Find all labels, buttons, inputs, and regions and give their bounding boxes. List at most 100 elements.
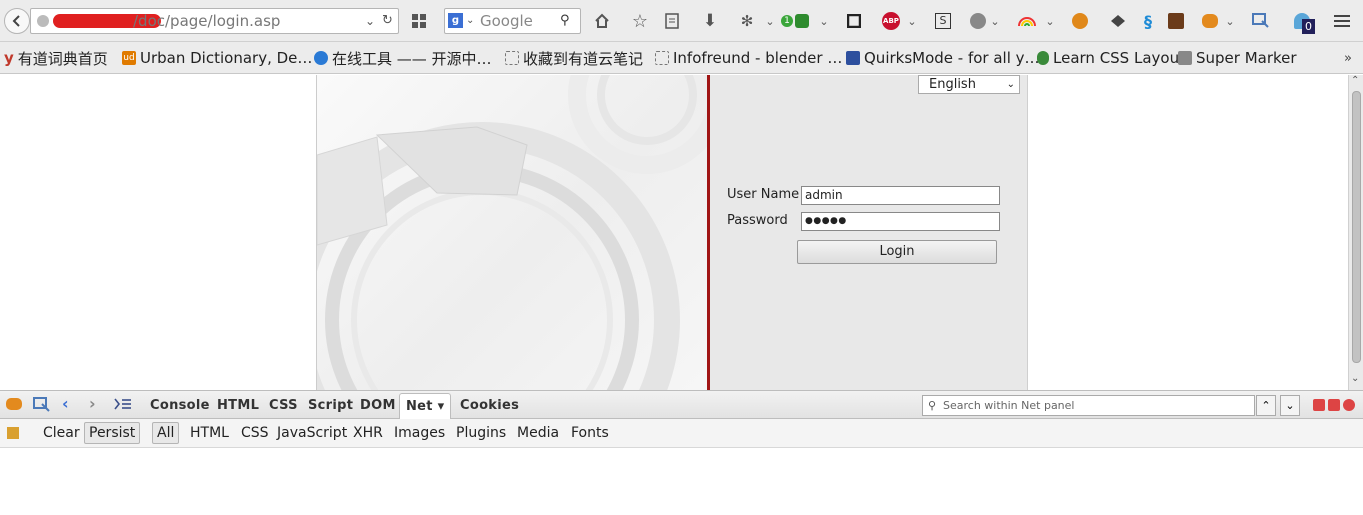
- close-icon[interactable]: [1343, 399, 1355, 411]
- filter-css[interactable]: CSS: [241, 425, 269, 441]
- dotted-page-icon: [655, 51, 669, 65]
- tab-net[interactable]: Net ▾: [399, 393, 452, 420]
- net-search-input[interactable]: ⚲ Search within Net panel: [922, 395, 1255, 416]
- firebug-dropdown-icon[interactable]: ⌄: [1224, 9, 1236, 33]
- back-icon[interactable]: [4, 8, 30, 34]
- bookmark-super-marker[interactable]: Super Marker: [1178, 48, 1297, 68]
- tiles-icon[interactable]: [412, 9, 426, 33]
- adblock-dropdown-icon[interactable]: ⌄: [906, 9, 918, 33]
- password-label: Password: [727, 213, 788, 228]
- language-value: English: [929, 77, 976, 92]
- dotted-page-icon: [505, 51, 519, 65]
- chevron-right-icon[interactable]: ›: [89, 394, 96, 413]
- search-bar[interactable]: g ⌄ Google ⚲: [444, 8, 581, 34]
- s-addon-icon[interactable]: §: [1138, 9, 1158, 33]
- ghost-addon-icon[interactable]: 0: [1288, 9, 1316, 34]
- tab-dom[interactable]: DOM: [360, 398, 396, 413]
- tab-console[interactable]: Console: [150, 398, 210, 413]
- quirksmode-icon: [846, 51, 860, 65]
- clear-button[interactable]: Clear: [43, 425, 80, 441]
- minimize-icon[interactable]: [1313, 399, 1325, 411]
- inspect-addon-icon[interactable]: [1250, 9, 1272, 33]
- search-next-icon[interactable]: ⌄: [1280, 395, 1300, 416]
- inspect-element-icon[interactable]: [33, 397, 51, 417]
- bookmark-star-icon[interactable]: ☆: [630, 9, 650, 33]
- firebug-bug-icon[interactable]: [6, 398, 22, 410]
- url-dropdown-icon[interactable]: ⌄: [365, 9, 375, 33]
- bug-addon-dropdown-icon[interactable]: ⌄: [764, 9, 776, 33]
- rainbow-dropdown-icon[interactable]: ⌄: [1044, 9, 1056, 33]
- detach-icon[interactable]: [1328, 399, 1340, 411]
- youdao-icon: y: [4, 49, 14, 67]
- fox-addon-icon[interactable]: [1070, 9, 1090, 33]
- tab-css[interactable]: CSS: [269, 398, 298, 413]
- password-field[interactable]: ●●●●●: [801, 212, 1000, 231]
- home-icon[interactable]: [592, 9, 612, 33]
- bookmark-label: 收藏到有道云笔记: [523, 49, 644, 68]
- globe-dropdown-icon[interactable]: ⌄: [989, 9, 1001, 33]
- username-field[interactable]: admin: [801, 186, 1000, 205]
- counter-badge: 0: [1302, 19, 1315, 34]
- bug-addon-icon[interactable]: ✻: [736, 9, 758, 33]
- filter-all[interactable]: All: [152, 422, 180, 444]
- filter-fonts[interactable]: Fonts: [571, 425, 609, 441]
- bookmark-online-tools[interactable]: 在线工具 —— 开源中…: [314, 48, 492, 68]
- net-panel-options-icon[interactable]: [7, 427, 19, 439]
- persist-button[interactable]: Persist: [84, 422, 141, 444]
- google-engine-icon[interactable]: g: [448, 13, 463, 28]
- tab-cookies[interactable]: Cookies: [460, 398, 519, 413]
- site-identity-icon[interactable]: [37, 15, 49, 27]
- binoculars-icon[interactable]: ⚲: [560, 9, 570, 33]
- bookmark-urban-dictionary[interactable]: ud Urban Dictionary, De…: [122, 48, 312, 68]
- download-icon[interactable]: ⬇: [700, 9, 720, 33]
- bookmark-youdao-note[interactable]: 收藏到有道云笔记: [505, 48, 643, 68]
- fish-addon-icon[interactable]: [1108, 9, 1128, 33]
- urban-dictionary-icon: ud: [122, 51, 136, 65]
- filter-media[interactable]: Media: [517, 425, 559, 441]
- bookmark-learn-css-layout[interactable]: Learn CSS Layout: [1037, 48, 1185, 68]
- stylish-icon[interactable]: S: [933, 9, 953, 33]
- reading-list-icon[interactable]: [662, 9, 682, 33]
- learn-css-icon: [1037, 51, 1049, 65]
- menu-icon[interactable]: [1332, 9, 1352, 33]
- super-marker-icon: [1178, 51, 1192, 65]
- filter-plugins[interactable]: Plugins: [456, 425, 506, 441]
- engine-dropdown-icon[interactable]: ⌄: [466, 9, 474, 33]
- login-button[interactable]: Login: [797, 240, 997, 264]
- firebug-toolbar-icon[interactable]: [1200, 9, 1220, 33]
- language-select[interactable]: English ⌄: [918, 75, 1020, 94]
- scrollbar-thumb[interactable]: [1352, 91, 1361, 363]
- greasemonkey-dropdown-icon[interactable]: ⌄: [818, 9, 830, 33]
- scroll-down-icon[interactable]: ⌄: [1351, 373, 1359, 384]
- bookmark-youdao[interactable]: y 有道词典首页: [4, 48, 108, 68]
- url-bar[interactable]: /doc/page/login.asp ⌄ ↻: [30, 8, 399, 34]
- tab-script[interactable]: Script: [308, 398, 353, 413]
- adblock-plus-icon[interactable]: ABP: [880, 9, 902, 33]
- command-editor-icon[interactable]: [114, 396, 132, 415]
- login-container: English ⌄ User Name admin Password ●●●●●…: [316, 75, 1028, 390]
- tab-html[interactable]: HTML: [217, 398, 259, 413]
- chevron-left-icon[interactable]: ‹: [62, 394, 69, 413]
- globe-addon-icon[interactable]: [968, 9, 988, 33]
- search-placeholder: Google: [480, 12, 533, 30]
- filter-xhr[interactable]: XHR: [353, 425, 383, 441]
- rainbow-icon[interactable]: [1016, 9, 1038, 33]
- reload-icon[interactable]: ↻: [382, 9, 393, 33]
- username-label: User Name: [727, 187, 800, 202]
- filter-javascript[interactable]: JavaScript: [277, 425, 347, 441]
- page-scrollbar[interactable]: ⌃ ⌄: [1348, 75, 1363, 390]
- search-prev-icon[interactable]: ⌃: [1256, 395, 1276, 416]
- bookmarks-overflow-icon[interactable]: »: [1344, 48, 1352, 68]
- scroll-up-icon[interactable]: ⌃: [1351, 75, 1359, 86]
- filter-images[interactable]: Images: [394, 425, 445, 441]
- filter-html[interactable]: HTML: [190, 425, 229, 441]
- bookmarks-toolbar: y 有道词典首页 ud Urban Dictionary, De… 在线工具 —…: [0, 42, 1363, 74]
- browser-toolbar: /doc/page/login.asp ⌄ ↻ g ⌄ Google ⚲ ☆ ⬇…: [0, 0, 1363, 42]
- bookmark-label: QuirksMode - for all y…: [864, 49, 1040, 67]
- firebug-tab-bar: ‹ › Console HTML CSS Script DOM Net ▾ Co…: [0, 390, 1363, 420]
- greasemonkey-icon[interactable]: 1: [778, 9, 812, 33]
- fullscreen-icon[interactable]: [844, 9, 864, 33]
- character-addon-icon[interactable]: [1166, 9, 1186, 33]
- bookmark-infofreund[interactable]: Infofreund - blender …: [655, 48, 842, 68]
- bookmark-quirksmode[interactable]: QuirksMode - for all y…: [846, 48, 1040, 68]
